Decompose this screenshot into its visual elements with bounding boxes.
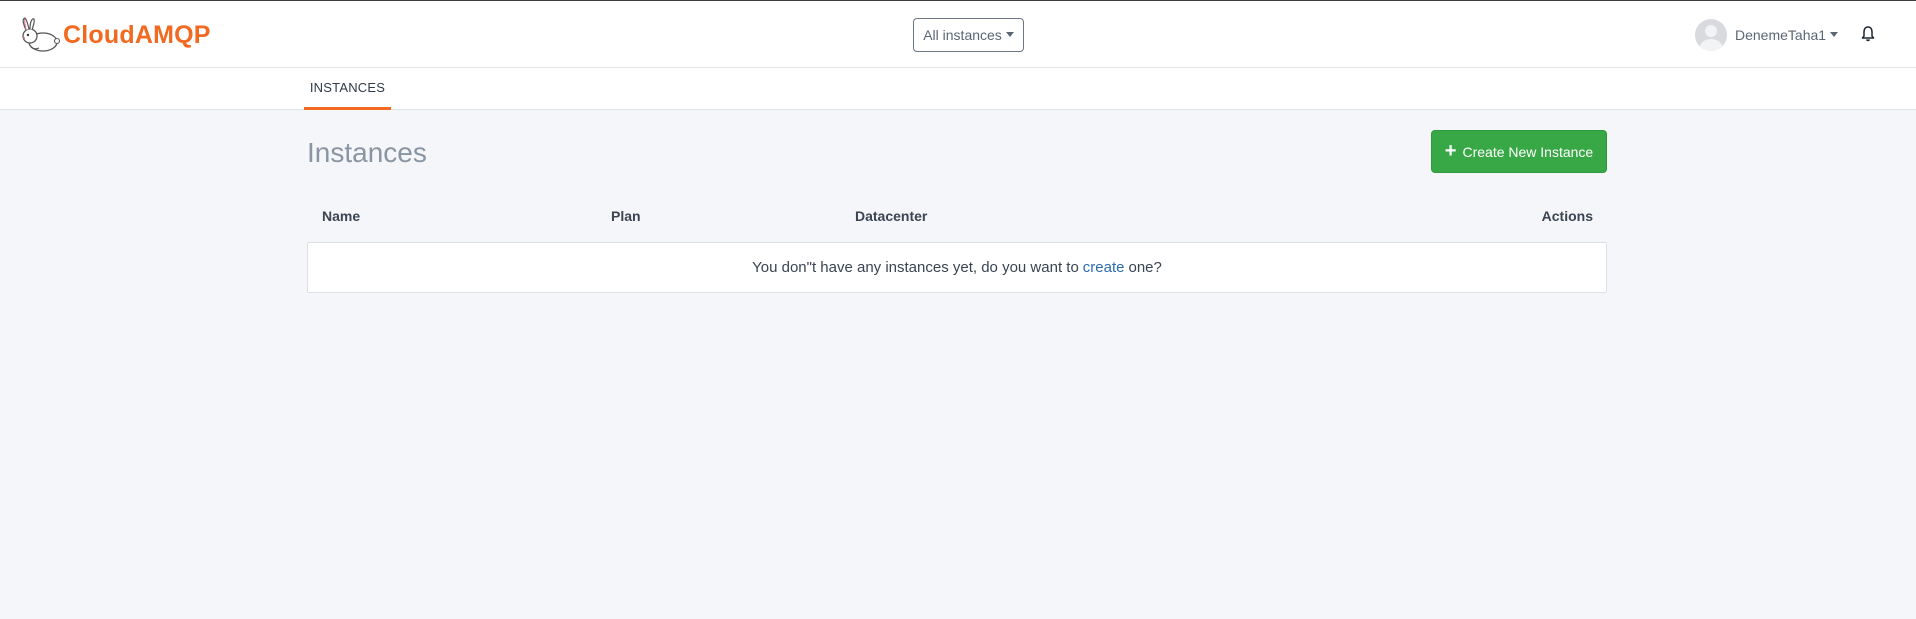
empty-state-row: You don"t have any instances yet, do you… xyxy=(307,242,1607,293)
create-button-label: Create New Instance xyxy=(1462,143,1594,160)
bell-icon[interactable] xyxy=(1860,25,1876,43)
table-header: Name Plan Datacenter Actions xyxy=(307,208,1607,230)
column-header-plan: Plan xyxy=(611,208,641,224)
sub-navigation: INSTANCES xyxy=(0,68,1916,110)
user-menu[interactable]: DenemeTaha1 xyxy=(1695,18,1839,52)
column-header-datacenter: Datacenter xyxy=(855,208,928,224)
create-instance-link[interactable]: create xyxy=(1083,259,1125,276)
empty-state-text: You don"t have any instances yet, do you… xyxy=(752,259,1079,276)
chevron-down-icon xyxy=(1830,31,1839,37)
brand-logo[interactable]: CloudAMQP xyxy=(19,17,211,53)
tab-instances[interactable]: INSTANCES xyxy=(304,68,391,110)
column-header-name: Name xyxy=(322,208,361,224)
brand-name: CloudAMQP xyxy=(63,20,211,49)
instance-selector-value: All instances xyxy=(923,27,1002,43)
chevron-down-icon xyxy=(1005,31,1014,37)
top-navbar: CloudAMQP All instances DenemeTaha1 xyxy=(0,0,1916,68)
empty-state-text-end: one? xyxy=(1128,259,1162,276)
avatar xyxy=(1695,19,1727,51)
rabbit-logo-icon xyxy=(22,17,61,52)
username: DenemeTaha1 xyxy=(1735,27,1827,43)
page-title: Instances xyxy=(307,137,427,168)
plus-icon: + xyxy=(1444,139,1457,162)
column-header-actions: Actions xyxy=(1541,208,1593,224)
instance-selector[interactable]: All instances xyxy=(913,18,1024,52)
create-new-instance-button[interactable]: + Create New Instance xyxy=(1431,130,1607,173)
